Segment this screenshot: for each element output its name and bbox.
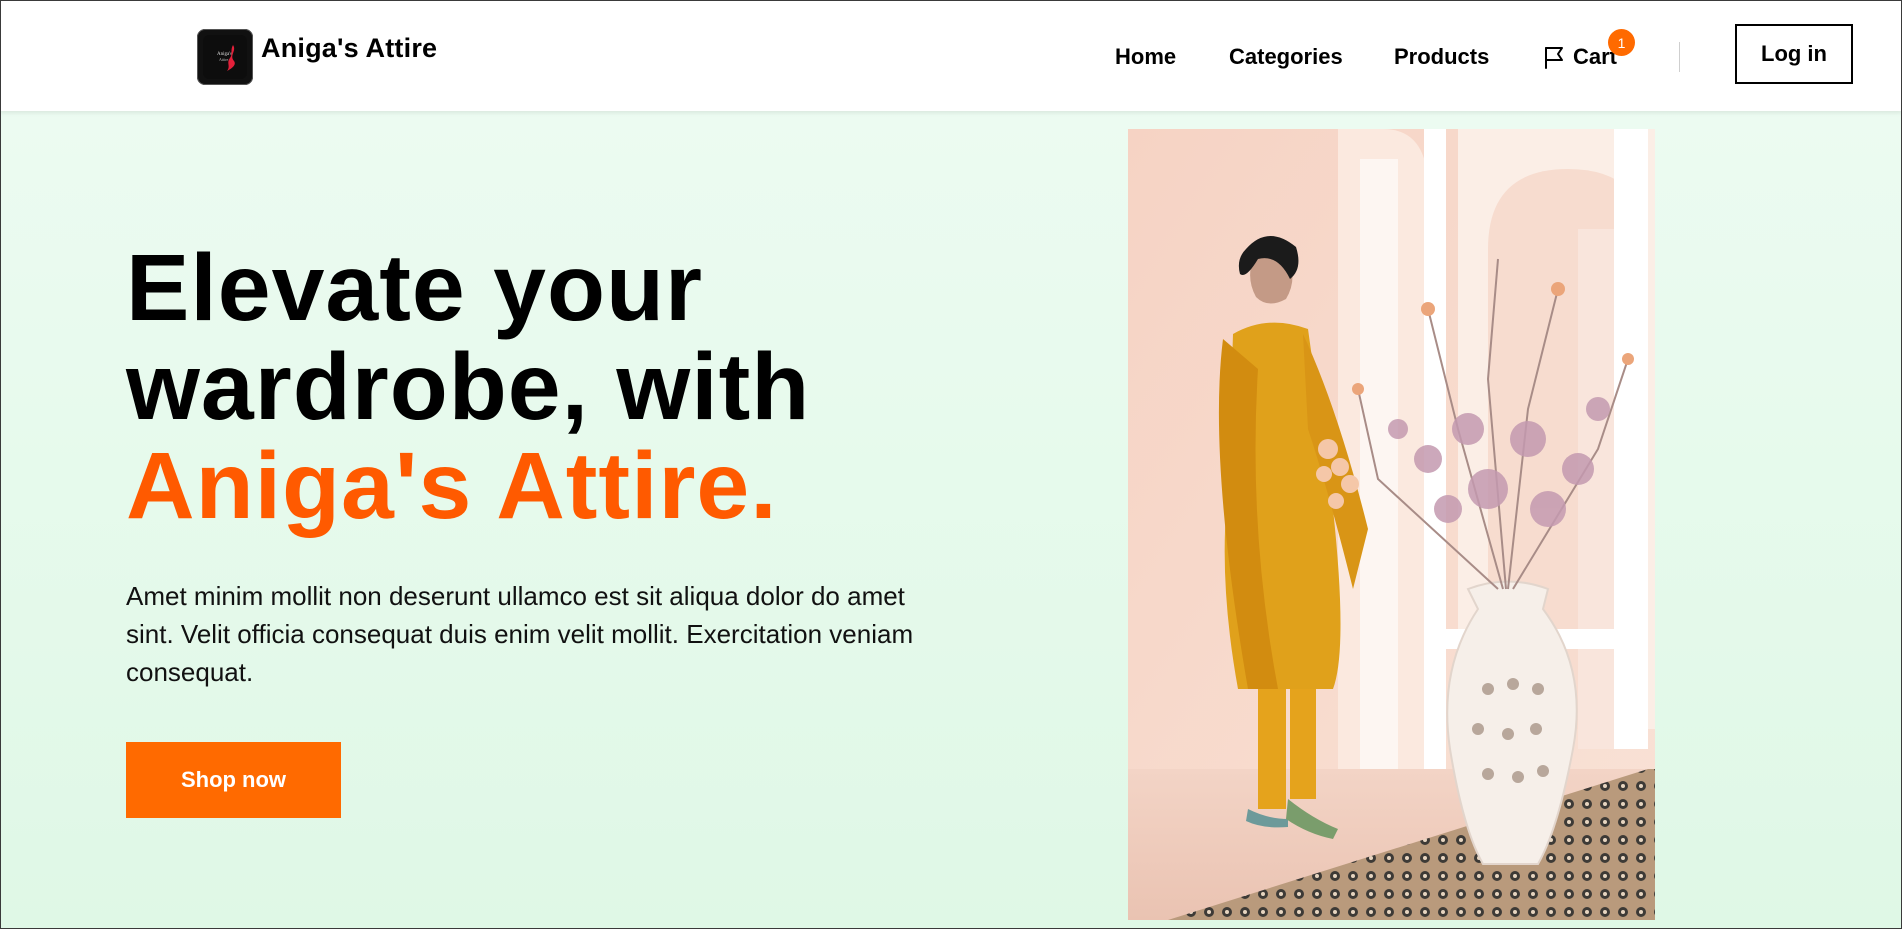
nav-products[interactable]: Products xyxy=(1394,44,1489,70)
cart-count-badge: 1 xyxy=(1608,29,1635,56)
headline-accent: Aniga's Attire. xyxy=(126,433,778,539)
svg-text:Attire: Attire xyxy=(219,57,229,62)
brand-name[interactable]: Aniga's Attire xyxy=(261,33,437,64)
cart-link[interactable]: Cart xyxy=(1541,44,1617,70)
headline-line-1: Elevate your xyxy=(126,235,703,341)
headline-line-2: wardrobe, with xyxy=(126,334,811,440)
nav-divider xyxy=(1679,42,1680,72)
hero-headline: Elevate your wardrobe, with Aniga's Atti… xyxy=(126,239,810,536)
navbar: Aniga's Attire Aniga's Attire Home Categ… xyxy=(0,0,1902,111)
hero-section: Elevate your wardrobe, with Aniga's Atti… xyxy=(0,111,1902,929)
aniga-logo-icon[interactable]: Aniga's Attire xyxy=(197,29,253,85)
nav-home[interactable]: Home xyxy=(1115,44,1176,70)
login-button[interactable]: Log in xyxy=(1735,24,1853,84)
hero-description: Amet minim mollit non deserunt ullamco e… xyxy=(126,581,914,687)
shop-now-button[interactable]: Shop now xyxy=(126,742,341,818)
flag-icon xyxy=(1541,44,1567,70)
hero-image xyxy=(1128,129,1655,920)
nav-categories[interactable]: Categories xyxy=(1229,44,1343,70)
